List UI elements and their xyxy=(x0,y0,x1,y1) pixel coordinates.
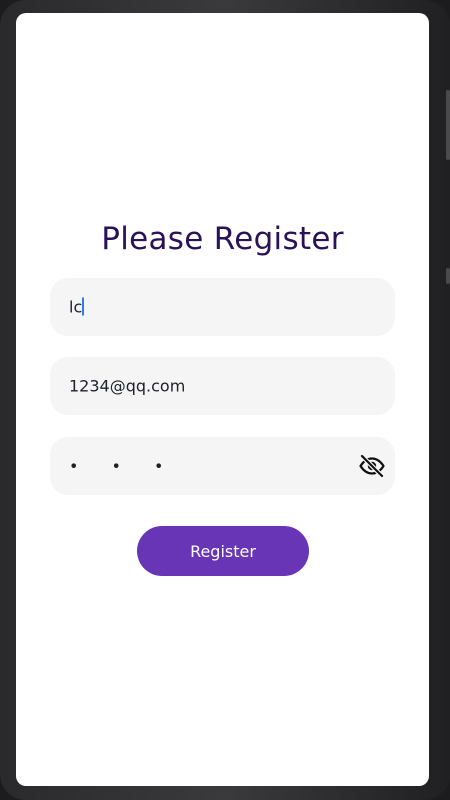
side-button-top xyxy=(446,90,450,160)
name-field[interactable]: lc xyxy=(50,278,395,336)
page-title: Please Register xyxy=(101,221,344,257)
name-field-value: lc xyxy=(69,297,83,317)
password-field-value: • • • xyxy=(69,456,178,476)
register-button[interactable]: Register xyxy=(137,526,309,576)
eye-off-icon-svg xyxy=(359,453,385,479)
eye-off-icon[interactable] xyxy=(358,452,386,480)
app-screen: Please Register lc 1234@qq.com • • • Reg… xyxy=(16,13,429,786)
side-button-bottom xyxy=(446,268,450,284)
device-frame: Please Register lc 1234@qq.com • • • Reg… xyxy=(0,0,450,800)
name-field-value-wrap: lc xyxy=(69,297,85,317)
email-field[interactable]: 1234@qq.com xyxy=(50,357,395,415)
password-field[interactable]: • • • xyxy=(50,437,395,495)
text-caret xyxy=(82,297,85,316)
email-field-value: 1234@qq.com xyxy=(69,376,186,396)
